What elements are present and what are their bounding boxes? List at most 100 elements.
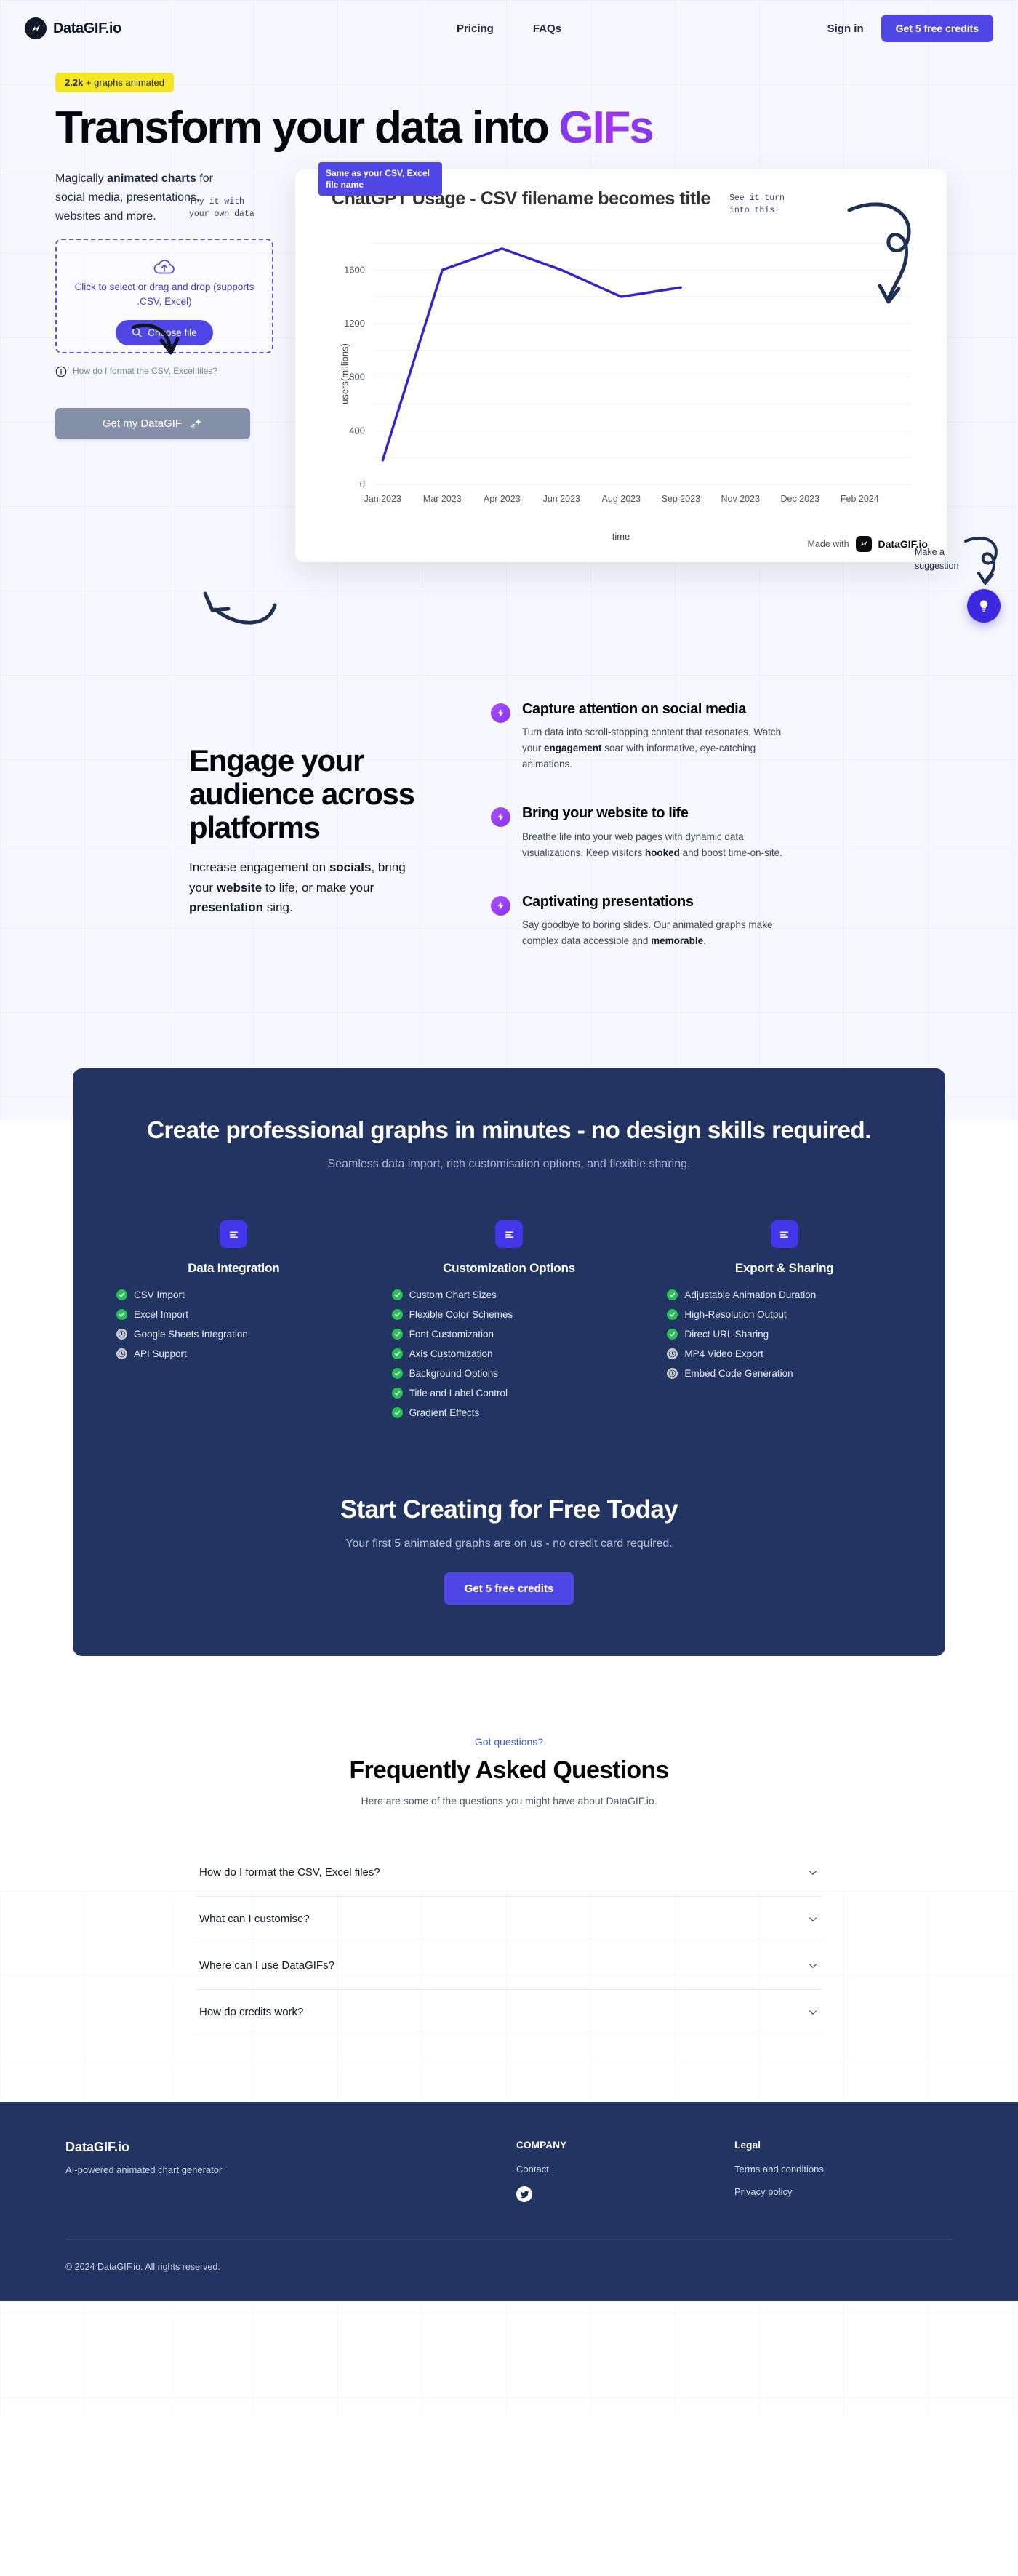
faq-subtext: Here are some of the questions you might… — [361, 1795, 657, 1807]
footer-tagline: AI-powered animated chart generator — [65, 2164, 223, 2176]
engage-sub-p3: to life, or make your — [262, 880, 374, 895]
format-help-row: How do I format the CSV, Excel files? — [55, 365, 273, 377]
brand-logo[interactable]: DataGIF.io — [25, 17, 121, 39]
check-circle-icon — [667, 1289, 678, 1301]
check-circle-icon — [391, 1348, 403, 1360]
footer-link-terms[interactable]: Terms and conditions — [734, 2164, 953, 2175]
engage-feature-body: Turn data into scroll-stopping content t… — [522, 724, 802, 772]
stats-badge-text: + graphs animated — [83, 77, 164, 88]
footer-divider — [65, 2239, 953, 2241]
chevron-down-icon[interactable] — [807, 1867, 819, 1879]
faq-item[interactable]: How do I format the CSV, Excel files? — [196, 1850, 822, 1897]
check-circle-icon — [391, 1368, 403, 1380]
magic-star-icon — [190, 418, 202, 429]
footer-legal-heading: Legal — [734, 2140, 761, 2151]
panel-feature-label: Background Options — [409, 1368, 498, 1380]
engage-sub-p4: sing. — [263, 900, 293, 915]
annotation-see-text: See it turn into this! — [729, 193, 785, 216]
engage-sub-b1: socials — [329, 860, 372, 875]
sign-in-link[interactable]: Sign in — [827, 23, 864, 35]
panel-feature-label: Gradient Effects — [409, 1407, 480, 1419]
engage-feature-item: Bring your website to life Breathe life i… — [491, 804, 833, 860]
panel-feature-list: CSV Import Excel Import Google Sheets Inte… — [116, 1289, 351, 1360]
datagif-logo-icon — [25, 17, 47, 39]
faq-question: How do credits work? — [199, 2006, 304, 2019]
svg-text:1600: 1600 — [344, 264, 365, 275]
header-actions: Sign in Get 5 free credits — [827, 15, 993, 42]
cloud-upload-icon — [153, 260, 175, 274]
svg-text:Aug 2023: Aug 2023 — [602, 494, 641, 504]
panel-feature-label: Google Sheets Integration — [134, 1329, 248, 1340]
footer-brand-name: DataGIF.io — [65, 2140, 130, 2155]
footer-link-contact[interactable]: Contact — [516, 2164, 734, 2175]
get-credits-button[interactable]: Get 5 free credits — [881, 15, 993, 42]
faq-item[interactable]: Where can I use DataGIFs? — [196, 1943, 822, 1991]
body-p2: and boost time-on-site. — [679, 847, 782, 858]
panel-feature-label: Flexible Color Schemes — [409, 1309, 513, 1321]
panel-feature-list: Custom Chart Sizes Flexible Color Schemes… — [391, 1289, 627, 1419]
footer-link-privacy[interactable]: Privacy policy — [734, 2186, 953, 2197]
check-circle-icon — [391, 1309, 403, 1321]
nav-link-pricing[interactable]: Pricing — [457, 23, 494, 35]
format-help-link[interactable]: How do I format the CSV, Excel files? — [73, 365, 217, 377]
lightning-bolt-icon — [491, 895, 510, 916]
hero-section: 2.2k + graphs animated Transform your da… — [0, 57, 1018, 625]
annotation-see-it-turn: See it turn into this! — [729, 192, 831, 217]
suggestion-fab-button[interactable] — [967, 589, 1001, 623]
faq-inner: Got questions? Frequently Asked Question… — [196, 1736, 822, 2037]
panel-feature-label: Font Customization — [409, 1329, 494, 1340]
clock-icon — [116, 1348, 127, 1360]
panel-feature-item: Direct URL Sharing — [667, 1329, 902, 1340]
check-circle-icon — [116, 1289, 127, 1301]
panel-columns: Data Integration CSV Import Excel Import Go… — [116, 1220, 902, 1427]
svg-text:Dec 2023: Dec 2023 — [781, 494, 820, 504]
twitter-icon[interactable] — [516, 2186, 532, 2203]
chart-plot-area: users(millions) 0 400 800 1200 1600 Jan 2023 M… — [317, 221, 925, 527]
engage-feature-item: Captivating presentations Say goodbye to … — [491, 893, 833, 949]
site-header: DataGIF.io Pricing FAQs Sign in Get 5 fr… — [0, 0, 1018, 57]
get-my-datagif-button[interactable]: Get my DataGIF — [55, 408, 250, 440]
panel-feature-label: API Support — [134, 1348, 187, 1360]
engage-subtext: Increase engagement on socials, bring yo… — [189, 857, 407, 918]
panel-column-heading: Export & Sharing — [734, 1261, 834, 1276]
chevron-down-icon[interactable] — [807, 1913, 819, 1925]
body-bold: memorable — [651, 935, 704, 946]
panel-feature-item: CSV Import — [116, 1289, 351, 1301]
faq-item[interactable]: What can I customise? — [196, 1897, 822, 1944]
panel-subheading: Seamless data import, rich customisation… — [327, 1158, 691, 1171]
check-circle-icon — [391, 1388, 403, 1399]
filename-tip-tag: Same as your CSV, Excel file name — [318, 161, 442, 196]
check-circle-icon — [116, 1309, 127, 1321]
faq-item[interactable]: How do credits work? — [196, 1990, 822, 2037]
get-my-datagif-label: Get my DataGIF — [102, 417, 183, 431]
choose-file-button[interactable]: Choose file — [116, 319, 213, 345]
annotation-try-text: Try it with your own data — [189, 196, 254, 219]
check-circle-icon — [391, 1329, 403, 1340]
panel-feature-item: Custom Chart Sizes — [391, 1289, 627, 1301]
chevron-down-icon[interactable] — [807, 2007, 819, 2018]
cta-get-credits-button[interactable]: Get 5 free credits — [444, 1572, 574, 1606]
panel-feature-label: Embed Code Generation — [684, 1368, 793, 1380]
engage-sub-p1: Increase engagement on — [189, 860, 329, 875]
hero-body: Magically animated charts for social med… — [0, 161, 1018, 562]
chart-y-axis-label: users(millions) — [339, 343, 350, 404]
panel-feature-item: Flexible Color Schemes — [391, 1309, 627, 1321]
svg-text:Apr 2023: Apr 2023 — [484, 494, 521, 504]
dropzone-label: Click to select or drag and drop (suppor… — [74, 281, 254, 307]
engage-feature-title: Capture attention on social media — [522, 700, 746, 717]
file-dropzone[interactable]: Click to select or drag and drop (suppor… — [55, 239, 273, 354]
nav-link-faqs[interactable]: FAQs — [533, 23, 561, 35]
faq-kicker: Got questions? — [474, 1736, 544, 1748]
footer-copyright: © 2024 DataGIF.io. All rights reserved. — [65, 2262, 220, 2273]
panel-feature-label: Adjustable Animation Duration — [684, 1289, 817, 1301]
chevron-down-icon[interactable] — [807, 1960, 819, 1972]
svg-text:Feb 2024: Feb 2024 — [841, 494, 879, 504]
panel-feature-label: Axis Customization — [409, 1348, 493, 1360]
lightning-bolt-icon — [491, 807, 510, 828]
lightning-bolt-icon — [491, 703, 510, 723]
svg-text:Sep 2023: Sep 2023 — [662, 494, 701, 504]
panel-feature-item: High-Resolution Output — [667, 1309, 902, 1321]
svg-text:Jan 2023: Jan 2023 — [364, 494, 401, 504]
panel-feature-list: Adjustable Animation Duration High-Resolu… — [667, 1289, 902, 1380]
annotation-make-suggestion: Make a suggestion — [915, 545, 982, 573]
